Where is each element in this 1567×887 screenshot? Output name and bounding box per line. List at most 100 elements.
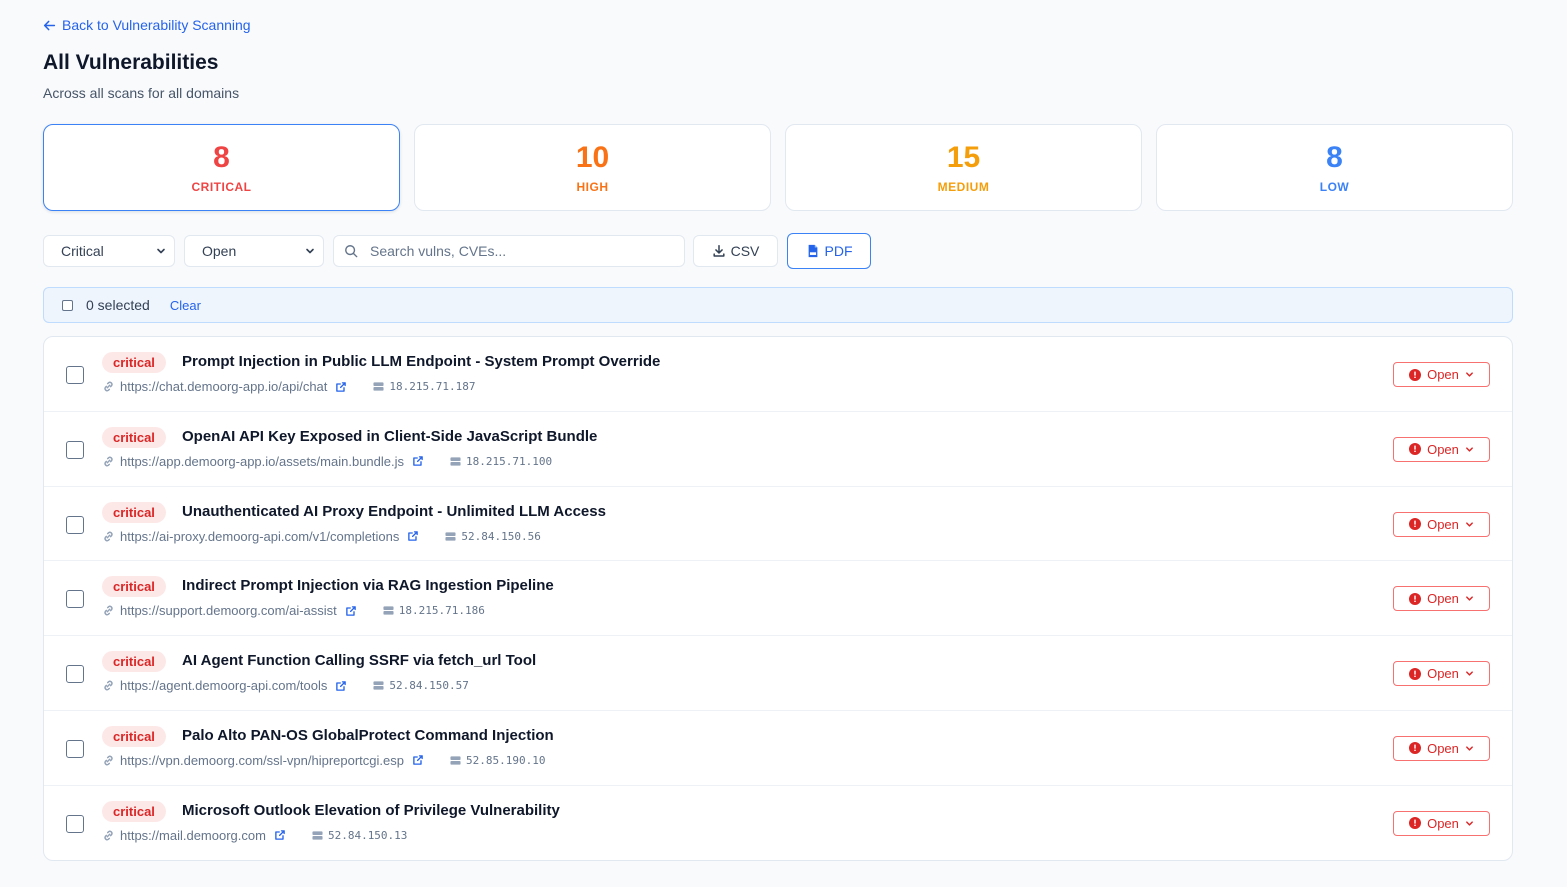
status-dropdown[interactable]: Open: [1393, 362, 1490, 387]
affected-url: https://support.demoorg.com/ai-assist: [120, 603, 337, 619]
table-row[interactable]: critical Prompt Injection in Public LLM …: [44, 337, 1512, 412]
external-link-icon[interactable]: [412, 455, 424, 467]
ip-address: 52.84.150.57: [389, 679, 469, 693]
external-link-icon[interactable]: [407, 530, 419, 542]
row-checkbox[interactable]: [66, 665, 84, 684]
status-dropdown[interactable]: Open: [1393, 735, 1490, 761]
ip-address: 52.84.150.13: [327, 828, 408, 842]
status-label: Open: [1427, 367, 1459, 382]
severity-badge: critical: [102, 352, 166, 373]
ip-address: 52.85.190.10: [465, 753, 546, 767]
link-icon: [104, 531, 113, 541]
select-all-checkbox[interactable]: [62, 299, 73, 311]
stat-card-low[interactable]: 8 LOW: [1156, 124, 1513, 211]
status-dropdown[interactable]: Open: [1393, 810, 1490, 836]
vulnerability-meta: https://mail.demoorg.com 52.84.150.13: [102, 828, 407, 843]
vulnerability-meta: https://app.demoorg-app.io/assets/main.b…: [102, 454, 552, 469]
table-row[interactable]: critical Palo Alto PAN-OS GlobalProtect …: [44, 711, 1512, 786]
selected-count: 0 selected: [86, 297, 150, 313]
affected-url: https://vpn.demoorg.com/ssl-vpn/hiprepor…: [120, 752, 404, 768]
stat-count: 8: [213, 140, 230, 174]
status-label: Open: [1427, 666, 1459, 682]
table-row[interactable]: critical Indirect Prompt Injection via R…: [44, 561, 1512, 637]
server-icon: [383, 606, 394, 616]
severity-stats: 8 CRITICAL 10 HIGH 15 MEDIUM 8 LOW: [43, 124, 1513, 211]
severity-filter-value: Critical: [61, 243, 104, 259]
table-row[interactable]: critical OpenAI API Key Exposed in Clien…: [44, 412, 1512, 487]
server-icon: [445, 531, 456, 541]
table-row[interactable]: critical Unauthenticated AI Proxy Endpoi…: [44, 487, 1512, 562]
search-input[interactable]: [368, 242, 672, 260]
stat-card-medium[interactable]: 15 MEDIUM: [785, 124, 1142, 211]
stat-label: HIGH: [576, 179, 609, 194]
external-link-icon[interactable]: [412, 754, 424, 766]
vulnerability-list: critical Prompt Injection in Public LLM …: [43, 336, 1513, 861]
vulnerability-title[interactable]: OpenAI API Key Exposed in Client-Side Ja…: [182, 428, 597, 445]
row-checkbox[interactable]: [66, 739, 84, 758]
severity-filter-select[interactable]: Critical: [43, 235, 175, 267]
vulnerability-meta: https://vpn.demoorg.com/ssl-vpn/hiprepor…: [102, 753, 545, 768]
chevron-down-icon: [1465, 821, 1473, 826]
vulnerability-title[interactable]: Prompt Injection in Public LLM Endpoint …: [182, 353, 660, 370]
chevron-down-icon: [1465, 746, 1473, 751]
table-row[interactable]: critical Microsoft Outlook Elevation of …: [44, 786, 1512, 860]
export-csv-button[interactable]: CSV: [693, 235, 778, 267]
row-checkbox[interactable]: [66, 590, 84, 609]
external-link-icon[interactable]: [345, 605, 357, 617]
status-dropdown[interactable]: Open: [1393, 511, 1490, 537]
link-icon: [104, 830, 113, 841]
vulnerability-title[interactable]: Palo Alto PAN-OS GlobalProtect Command I…: [182, 727, 554, 744]
external-link-icon[interactable]: [335, 680, 347, 692]
clear-selection-link[interactable]: Clear: [170, 298, 201, 313]
server-icon: [450, 457, 461, 466]
vulnerability-title[interactable]: Unauthenticated AI Proxy Endpoint - Unli…: [182, 503, 606, 520]
status-label: Open: [1427, 516, 1459, 532]
back-link[interactable]: Back to Vulnerability Scanning: [43, 15, 251, 35]
severity-badge: critical: [102, 800, 166, 822]
vulnerability-meta: https://chat.demoorg-app.io/api/chat 18.…: [102, 379, 476, 394]
chevron-down-icon: [157, 248, 165, 254]
table-row[interactable]: critical AI Agent Function Calling SSRF …: [44, 636, 1512, 711]
download-icon: [713, 245, 725, 257]
stat-count: 10: [575, 140, 610, 174]
page-title: All Vulnerabilities: [43, 51, 219, 74]
vulnerability-title[interactable]: Microsoft Outlook Elevation of Privilege…: [182, 802, 560, 819]
stat-label: LOW: [1319, 179, 1350, 194]
status-dropdown[interactable]: Open: [1393, 436, 1490, 462]
alert-circle-icon: [1409, 667, 1422, 680]
server-icon: [450, 756, 461, 765]
vulnerability-title[interactable]: AI Agent Function Calling SSRF via fetch…: [182, 652, 536, 669]
status-label: Open: [1427, 591, 1459, 607]
chevron-down-icon: [1465, 596, 1473, 601]
affected-url: https://app.demoorg-app.io/assets/main.b…: [120, 453, 405, 469]
stat-label: MEDIUM: [937, 179, 990, 194]
export-pdf-button[interactable]: PDF: [787, 233, 871, 269]
affected-url: https://chat.demoorg-app.io/api/chat: [120, 379, 328, 394]
server-icon: [373, 382, 384, 391]
row-checkbox[interactable]: [66, 515, 84, 534]
external-link-icon[interactable]: [274, 829, 286, 841]
affected-url: https://mail.demoorg.com: [120, 827, 266, 843]
row-checkbox[interactable]: [66, 814, 84, 833]
row-checkbox[interactable]: [66, 366, 84, 384]
chevron-down-icon: [1465, 671, 1473, 676]
status-filter-select[interactable]: Open: [184, 235, 324, 267]
stat-card-high[interactable]: 10 HIGH: [414, 124, 771, 211]
status-dropdown[interactable]: Open: [1393, 586, 1490, 612]
severity-badge: critical: [102, 651, 166, 673]
back-link-label: Back to Vulnerability Scanning: [62, 17, 251, 33]
row-checkbox[interactable]: [66, 440, 84, 459]
chevron-down-icon: [1465, 447, 1473, 452]
external-link-icon[interactable]: [335, 381, 347, 393]
chevron-down-icon: [1465, 522, 1473, 527]
link-icon: [104, 381, 113, 392]
stat-card-critical[interactable]: 8 CRITICAL: [43, 124, 400, 211]
link-icon: [104, 755, 113, 766]
status-label: Open: [1427, 441, 1459, 457]
filter-toolbar: Critical Open CSV PDF: [43, 233, 871, 269]
alert-circle-icon: [1409, 518, 1422, 531]
status-dropdown[interactable]: Open: [1393, 661, 1490, 687]
server-icon: [373, 681, 384, 690]
vulnerability-title[interactable]: Indirect Prompt Injection via RAG Ingest…: [182, 577, 554, 594]
link-icon: [104, 606, 113, 616]
